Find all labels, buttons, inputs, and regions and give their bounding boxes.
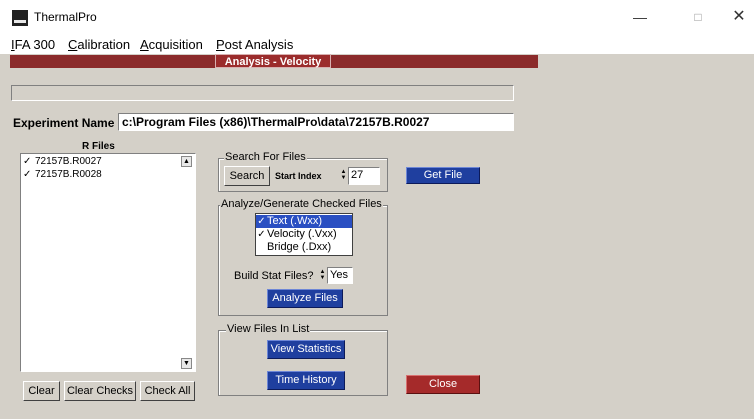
file-type-bridge[interactable]: Bridge (.Dxx) xyxy=(256,241,352,254)
title-bar: ThermalPro — □ ✕ xyxy=(0,0,754,36)
app-icon xyxy=(12,10,28,26)
page-title: Analysis - Velocity xyxy=(215,54,331,68)
menu-bar: IFA 300 Calibration Acquisition Post Ana… xyxy=(0,36,754,54)
file-type-velocity[interactable]: ✓Velocity (.Vxx) xyxy=(256,228,352,241)
minimize-button[interactable]: — xyxy=(625,6,655,28)
clear-checks-button[interactable]: Clear Checks xyxy=(64,381,136,401)
get-file-button[interactable]: Get File xyxy=(406,167,480,184)
build-stat-spinner[interactable]: ▲ ▼ xyxy=(319,269,326,281)
time-history-button[interactable]: Time History xyxy=(267,371,345,390)
check-icon[interactable]: ✓ xyxy=(23,156,35,167)
start-index-spinner[interactable]: ▲ ▼ xyxy=(340,169,347,181)
check-all-button[interactable]: Check All xyxy=(140,381,195,401)
menu-ifa300[interactable]: IFA 300 xyxy=(11,37,55,52)
close-window-button[interactable]: ✕ xyxy=(724,6,754,28)
progress-bar xyxy=(11,85,514,101)
view-group-title: View Files In List xyxy=(226,323,311,335)
analyze-group-title: Analyze/Generate Checked Files xyxy=(220,198,383,210)
experiment-name-field[interactable]: c:\Program Files (x86)\ThermalPro\data\7… xyxy=(118,113,514,131)
menu-calibration[interactable]: Calibration xyxy=(68,37,130,52)
close-button[interactable]: Close xyxy=(406,375,480,394)
scroll-down-button[interactable]: ▼ xyxy=(181,358,192,369)
scroll-up-button[interactable]: ▲ xyxy=(181,156,192,167)
maximize-button[interactable]: □ xyxy=(683,6,713,28)
list-item[interactable]: ✓ 72157B.R0028 xyxy=(23,169,102,180)
check-icon[interactable]: ✓ xyxy=(23,169,35,180)
file-types-list[interactable]: ✓Text (.Wxx) ✓Velocity (.Vxx) Bridge (.D… xyxy=(255,213,353,256)
window-title: ThermalPro xyxy=(34,10,97,24)
search-button[interactable]: Search xyxy=(224,166,270,186)
build-stat-field[interactable]: Yes xyxy=(327,267,353,284)
search-group-title: Search For Files xyxy=(224,151,307,163)
clear-button[interactable]: Clear xyxy=(23,381,60,401)
r-files-label: R Files xyxy=(82,141,115,152)
view-statistics-button[interactable]: View Statistics xyxy=(267,340,345,359)
menu-acquisition[interactable]: Acquisition xyxy=(140,37,203,52)
file-type-text[interactable]: ✓Text (.Wxx) xyxy=(256,215,352,228)
start-index-label: Start Index xyxy=(275,171,322,181)
menu-post-analysis[interactable]: Post Analysis xyxy=(216,37,293,52)
list-item[interactable]: ✓ 72157B.R0027 xyxy=(23,156,102,167)
experiment-name-label: Experiment Name xyxy=(13,116,115,130)
analyze-files-button[interactable]: Analyze Files xyxy=(267,289,343,308)
build-stat-label: Build Stat Files? xyxy=(234,270,314,282)
r-files-list[interactable]: ✓ 72157B.R0027 ✓ 72157B.R0028 ▲ ▼ xyxy=(20,153,196,372)
start-index-field[interactable]: 27 xyxy=(348,167,380,185)
